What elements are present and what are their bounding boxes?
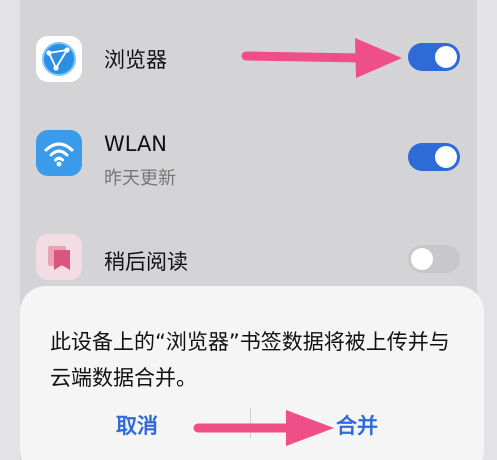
screen: 浏览器 WLAN 昨天更新 稍后阅读 此设备上的“浏览器”书签数据将被上传并与云… — [0, 0, 497, 460]
cancel-button[interactable]: 取消 — [116, 410, 158, 440]
toggle-knob — [411, 248, 433, 270]
sync-item-read-later[interactable]: 稍后阅读 — [20, 216, 477, 286]
read-later-sync-toggle[interactable] — [408, 245, 460, 273]
browser-sync-toggle[interactable] — [408, 43, 460, 71]
sync-item-label: WLAN — [104, 132, 168, 156]
merge-confirm-dialog: 此设备上的“浏览器”书签数据将被上传并与云端数据合并。 取消 合并 — [20, 286, 484, 460]
merge-button[interactable]: 合并 — [336, 410, 378, 440]
browser-icon — [36, 36, 82, 82]
read-later-icon — [36, 234, 82, 280]
toggle-knob — [435, 146, 457, 168]
wifi-icon — [36, 130, 82, 176]
sync-item-label: 稍后阅读 — [104, 250, 188, 274]
sync-item-label: 浏览器 — [104, 48, 167, 72]
sync-item-subtitle: 昨天更新 — [104, 168, 176, 189]
wlan-sync-toggle[interactable] — [408, 143, 460, 171]
toggle-knob — [435, 46, 457, 68]
dialog-message: 此设备上的“浏览器”书签数据将被上传并与云端数据合并。 — [50, 330, 450, 390]
dialog-button-divider — [250, 408, 251, 438]
sync-item-wlan[interactable]: WLAN 昨天更新 — [20, 112, 477, 216]
sync-item-browser[interactable]: 浏览器 — [20, 0, 477, 112]
